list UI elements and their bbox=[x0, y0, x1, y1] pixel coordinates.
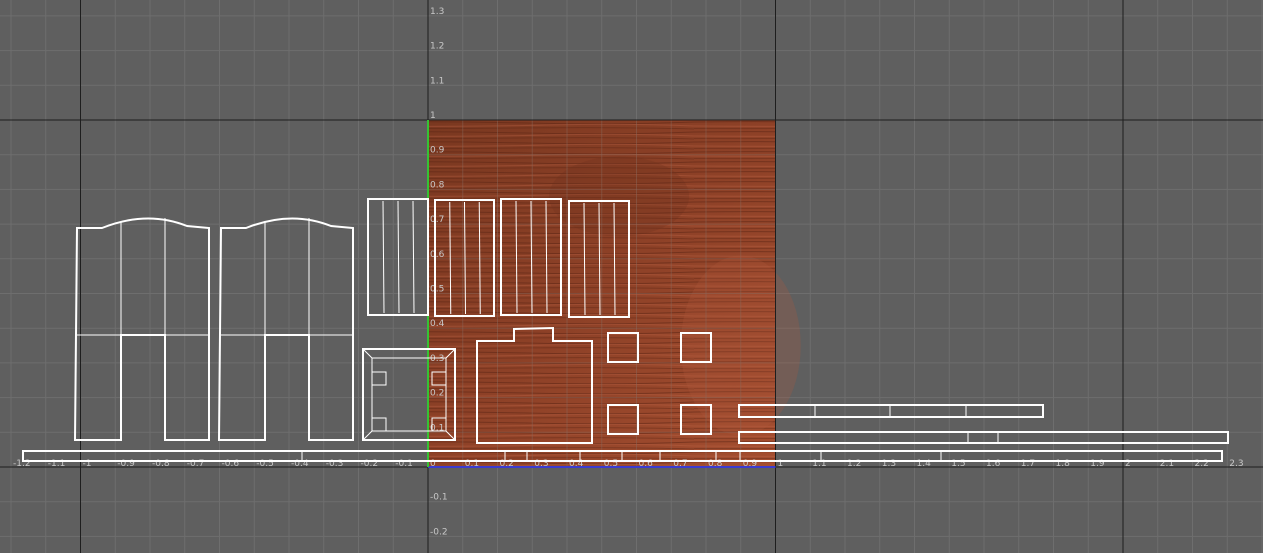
shell-outline bbox=[217, 217, 354, 441]
shell-seam bbox=[412, 200, 415, 314]
door-panel-right[interactable] bbox=[217, 217, 354, 441]
uv-editor-viewport[interactable]: -1.2 -1.1 -1 -0.9 -0.8 -0.7 -0.6 -0.5 -0.4 -0.3 -0… bbox=[0, 0, 1263, 553]
v-tick-label: 0.2 bbox=[430, 389, 444, 399]
v-tick-label: 0.4 bbox=[430, 319, 445, 329]
door-panel-left[interactable] bbox=[73, 217, 210, 441]
v-tick-label: 0.7 bbox=[430, 215, 444, 225]
shell-seam bbox=[397, 200, 400, 314]
v-tick-label: 0.3 bbox=[430, 354, 444, 364]
v-tick-label: 0.5 bbox=[430, 285, 444, 295]
plank-group-1[interactable] bbox=[367, 198, 429, 316]
shell-outline bbox=[73, 217, 210, 441]
shell-seam bbox=[362, 348, 373, 359]
u-tick-label: 2.3 bbox=[1229, 459, 1243, 469]
v-tick-label: -0.1 bbox=[430, 493, 448, 503]
v-tick-label: -0.2 bbox=[430, 527, 448, 537]
v-tick-label: 0.6 bbox=[430, 250, 445, 260]
shell-seam bbox=[382, 200, 385, 314]
shell-corner bbox=[371, 417, 387, 432]
uv-canvas[interactable]: -1.2 -1.1 -1 -0.9 -0.8 -0.7 -0.6 -0.5 -0.4 -0.3 -0… bbox=[0, 0, 1263, 553]
v-tick-label: 0.8 bbox=[430, 180, 445, 190]
v-tick-label: 0.9 bbox=[430, 146, 445, 156]
v-tick-label: 1.3 bbox=[430, 7, 444, 17]
shell-corner bbox=[371, 371, 387, 386]
v-tick-label: 1.2 bbox=[430, 42, 444, 52]
v-tick-label: 1.1 bbox=[430, 76, 444, 86]
v-tick-label: 1 bbox=[430, 111, 436, 121]
